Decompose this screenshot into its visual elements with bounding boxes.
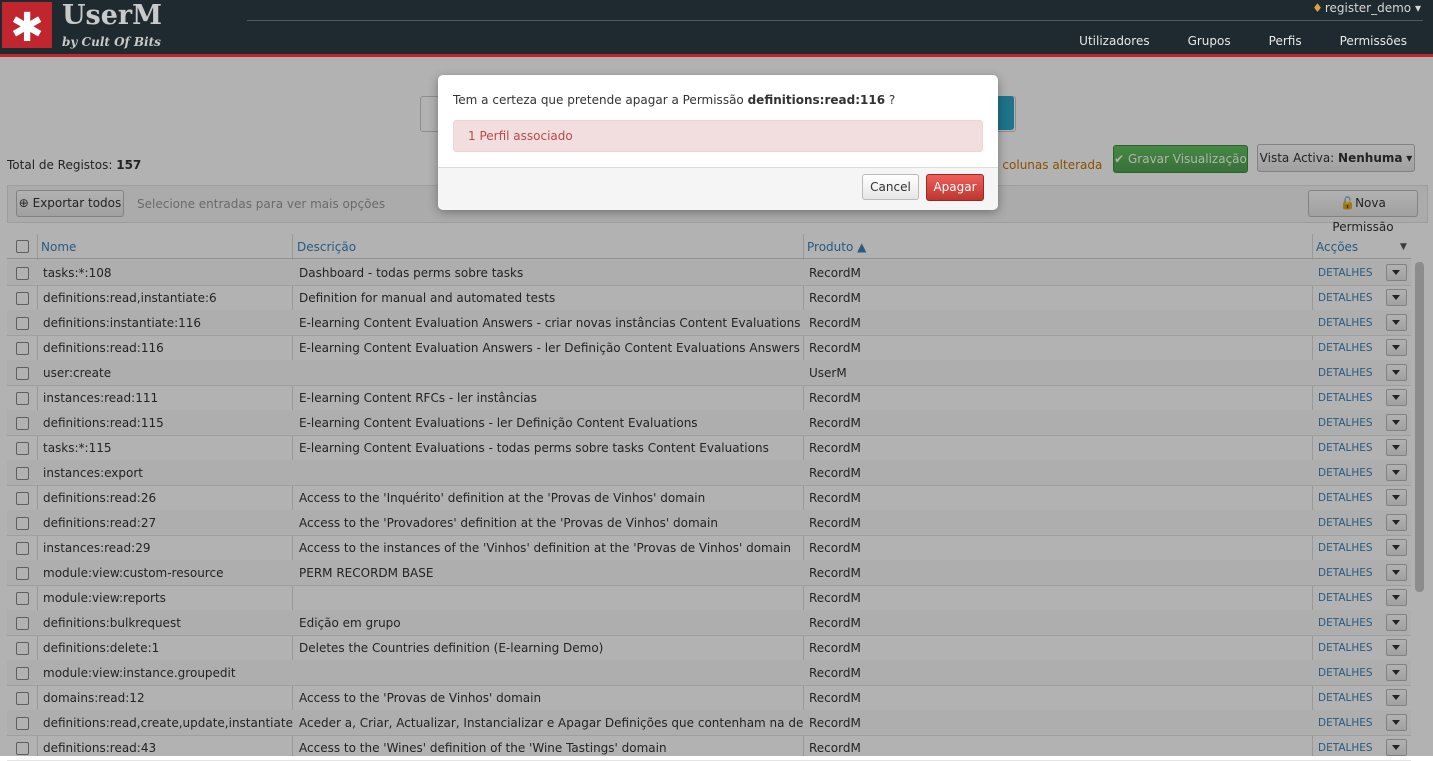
modal-question: Tem a certeza que pretende apagar a Perm…	[453, 93, 895, 107]
app-subtitle: by Cult Of Bits	[62, 35, 161, 49]
alert-text: 1 Perfil associado	[468, 129, 573, 143]
app-title: UserM	[62, 0, 163, 31]
user-menu[interactable]: ♦ register_demo ▾	[1312, 1, 1421, 15]
user-icon: ♦	[1312, 1, 1323, 15]
user-name: register_demo	[1324, 1, 1412, 15]
cancel-button[interactable]: Cancel	[862, 174, 919, 200]
delete-button[interactable]: Apagar	[926, 174, 984, 201]
header-divider	[247, 20, 1423, 21]
nav-grupos[interactable]: Grupos	[1188, 34, 1231, 48]
main-nav: Utilizadores Grupos Perfis Permissões	[1079, 34, 1433, 48]
associated-profiles-alert: 1 Perfil associado	[453, 120, 983, 152]
question-target: definitions:read:116	[747, 93, 886, 107]
question-prefix: Tem a certeza que pretende apagar a Perm…	[453, 93, 744, 107]
caret-down-icon: ▾	[1414, 1, 1421, 15]
top-navbar: ✱ UserM by Cult Of Bits ♦ register_demo ▾…	[0, 0, 1433, 57]
nav-permissoes[interactable]: Permissões	[1340, 34, 1407, 48]
nav-utilizadores[interactable]: Utilizadores	[1079, 34, 1149, 48]
nav-perfis[interactable]: Perfis	[1269, 34, 1302, 48]
asterisk-logo-icon[interactable]: ✱	[2, 2, 52, 51]
question-suffix: ?	[888, 93, 896, 107]
logo-glyph: ✱	[10, 5, 44, 51]
confirm-delete-modal: Tem a certeza que pretende apagar a Perm…	[438, 75, 998, 210]
